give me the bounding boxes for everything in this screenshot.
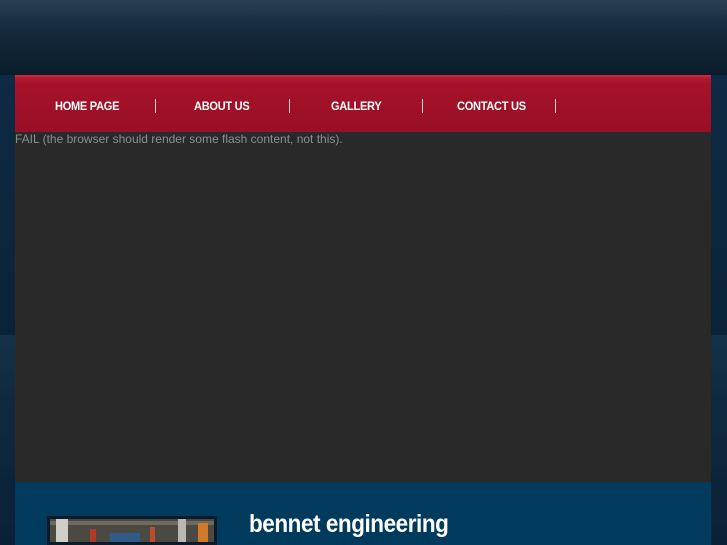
nav-separator — [422, 99, 423, 113]
nav-home-page[interactable]: HOME PAGE — [55, 99, 119, 113]
flash-fallback-text: FAIL (the browser should render some fla… — [15, 132, 343, 146]
workshop-photo[interactable] — [47, 516, 217, 545]
content-area: bennet engineering — [15, 482, 711, 545]
flash-content-area: FAIL (the browser should render some fla… — [15, 132, 711, 482]
nav-about-us[interactable]: ABOUT US — [194, 99, 250, 113]
nav-separator — [289, 99, 290, 113]
nav-separator — [555, 99, 556, 113]
nav-separator — [155, 99, 156, 113]
main-navigation: HOME PAGE ABOUT US GALLERY CONTACT US — [15, 75, 711, 132]
page-wrapper: HOME PAGE ABOUT US GALLERY CONTACT US FA… — [15, 75, 711, 545]
site-title: bennet engineering — [249, 510, 449, 538]
nav-contact-us[interactable]: CONTACT US — [457, 99, 526, 113]
nav-gallery[interactable]: GALLERY — [331, 99, 382, 113]
